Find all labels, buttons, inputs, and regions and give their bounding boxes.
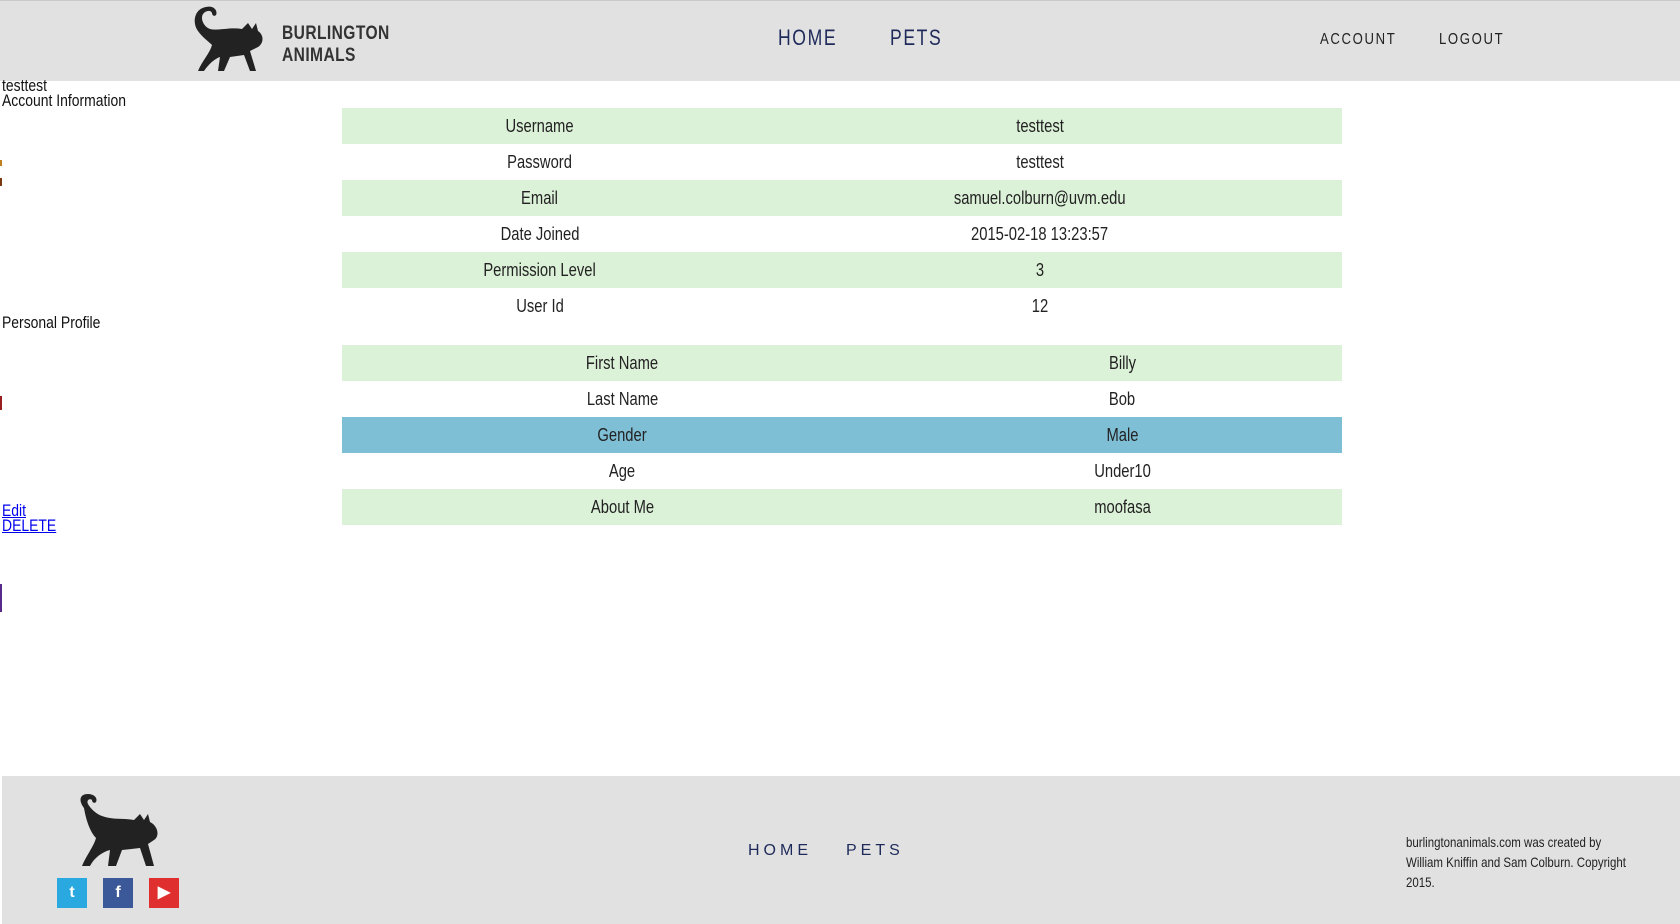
row-label: Username xyxy=(342,108,738,144)
table-row: Permission Level 3 xyxy=(342,252,1342,288)
edge-marker xyxy=(0,178,2,186)
brand-line-1: BURLINGTON xyxy=(282,23,390,44)
account-info-table: Username testtest Password testtest Emai… xyxy=(342,108,1342,324)
delete-link[interactable]: DELETE xyxy=(2,516,56,536)
row-label: Email xyxy=(342,180,738,216)
row-value: 3 xyxy=(737,252,1342,288)
nav-home-link[interactable]: HOME xyxy=(778,25,837,51)
row-label: User Id xyxy=(342,288,738,324)
brand-wordmark: BURLINGTON ANIMALS xyxy=(282,23,390,67)
row-value: 2015-02-18 13:23:57 xyxy=(737,216,1342,252)
row-label: Password xyxy=(342,144,738,180)
footer-nav: HOME PETS xyxy=(748,842,904,860)
personal-profile-heading: Personal Profile xyxy=(2,313,101,332)
edge-marker xyxy=(0,584,2,612)
row-label: First Name xyxy=(342,345,903,381)
row-label: Gender xyxy=(342,417,903,453)
table-row: Date Joined 2015-02-18 13:23:57 xyxy=(342,216,1342,252)
table-row: About Me moofasa xyxy=(342,489,1342,525)
youtube-icon: ▶ xyxy=(149,878,179,908)
edge-marker xyxy=(0,396,2,410)
twitter-icon: t xyxy=(57,878,87,908)
edge-marker xyxy=(0,160,2,166)
table-row: Age Under10 xyxy=(342,453,1342,489)
row-label: Date Joined xyxy=(342,216,738,252)
row-value: Billy xyxy=(902,345,1342,381)
account-info-heading: Account Information xyxy=(2,91,126,110)
account-nav: ACCOUNT LOGOUT xyxy=(1320,31,1519,49)
main-nav: HOME PETS xyxy=(778,25,955,51)
table-row: Last Name Bob xyxy=(342,381,1342,417)
table-row: Username testtest xyxy=(342,108,1342,144)
footer-home-link[interactable]: HOME xyxy=(748,842,812,860)
site-header: BURLINGTON ANIMALS HOME PETS ACCOUNT LOG… xyxy=(0,0,1680,81)
table-row: Password testtest xyxy=(342,144,1342,180)
row-label: Last Name xyxy=(342,381,903,417)
row-label: About Me xyxy=(342,489,903,525)
youtube-link[interactable]: ▶ xyxy=(149,878,179,908)
row-value: Bob xyxy=(902,381,1342,417)
table-row: First Name Billy xyxy=(342,345,1342,381)
row-value: 12 xyxy=(737,288,1342,324)
personal-profile-table: First Name Billy Last Name Bob Gender Ma… xyxy=(342,345,1342,525)
row-value: Under10 xyxy=(902,453,1342,489)
row-value: testtest xyxy=(737,108,1342,144)
site-footer: t f ▶ HOME PETS burlingtonanimals.com wa… xyxy=(2,776,1680,924)
cat-logo-icon xyxy=(194,6,263,72)
facebook-icon: f xyxy=(103,878,133,908)
nav-pets-link[interactable]: PETS xyxy=(890,25,942,51)
cat-logo-icon xyxy=(80,794,158,866)
footer-credits: burlingtonanimals.com was created by Wil… xyxy=(1406,834,1626,890)
row-value: testtest xyxy=(737,144,1342,180)
row-value: samuel.colburn@uvm.edu xyxy=(737,180,1342,216)
table-row: Email samuel.colburn@uvm.edu xyxy=(342,180,1342,216)
row-label: Age xyxy=(342,453,903,489)
brand-line-2: ANIMALS xyxy=(282,45,356,66)
table-row-highlighted: Gender Male xyxy=(342,417,1342,453)
facebook-link[interactable]: f xyxy=(103,878,133,908)
footer-pets-link[interactable]: PETS xyxy=(846,842,904,860)
row-value: Male xyxy=(902,417,1342,453)
brand-logo[interactable]: BURLINGTON ANIMALS xyxy=(190,5,390,77)
twitter-link[interactable]: t xyxy=(57,878,87,908)
nav-logout-link[interactable]: LOGOUT xyxy=(1439,31,1504,49)
row-value: moofasa xyxy=(902,489,1342,525)
table-row: User Id 12 xyxy=(342,288,1342,324)
nav-account-link[interactable]: ACCOUNT xyxy=(1320,31,1396,49)
row-label: Permission Level xyxy=(342,252,738,288)
